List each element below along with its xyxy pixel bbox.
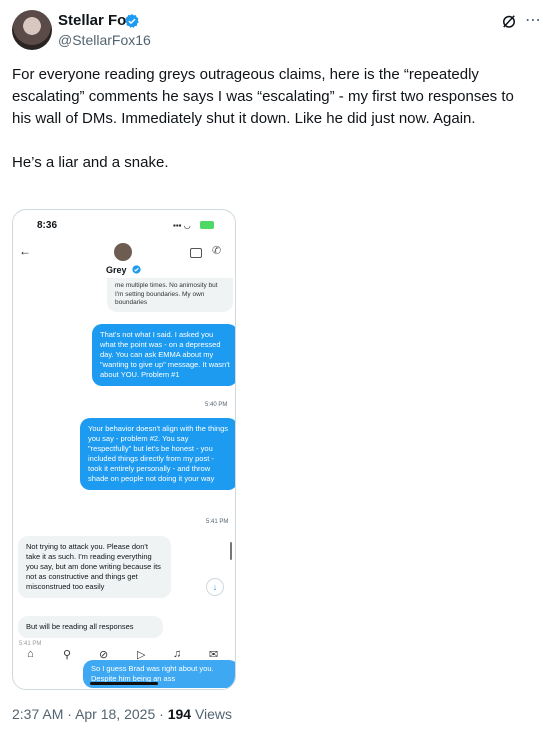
message-bubble: That's not what I said. I asked you what… [92, 324, 235, 386]
verified-badge-icon [125, 14, 139, 28]
separator: · [159, 706, 164, 722]
message-bubble: But will be reading all responses [18, 616, 163, 638]
contact-name: Grey [106, 265, 127, 275]
more-options-icon[interactable]: ⋯ [525, 10, 542, 30]
contact-verified-icon [132, 265, 141, 274]
phone-call-icon: ✆ [212, 245, 222, 257]
message-timestamp: 5:41 PM [19, 641, 42, 647]
separator: · [67, 706, 72, 722]
notifications-icon: ♫ [173, 648, 182, 660]
scroll-down-icon: ↓ [206, 578, 224, 596]
message-timestamp: 5:41 PM [206, 519, 229, 525]
back-arrow-icon: ← [19, 244, 31, 258]
tweet-media-image[interactable]: 8:36 ▪▪▪ ◡ ← Grey ✆ me multiple times. N… [12, 209, 236, 690]
author-handle[interactable]: @StellarFox16 [58, 32, 151, 48]
tweet-text: For everyone reading greys outrageous cl… [12, 66, 514, 171]
tweet-metadata: 2:37 AM · Apr 18, 2025 · 194 Views [12, 706, 232, 722]
battery-icon [200, 221, 214, 229]
message-timestamp: 5:40 PM [205, 402, 228, 408]
message-bubble: me multiple times. No animosity but I'm … [107, 278, 233, 312]
home-icon: ⌂ [27, 648, 34, 660]
video-call-icon [190, 248, 202, 258]
grok-icon[interactable] [500, 12, 518, 30]
search-icon: ⚲ [63, 649, 72, 661]
signal-wifi-icon: ▪▪▪ ◡ [173, 221, 191, 230]
contact-avatar [114, 243, 132, 261]
views-label: Views [194, 706, 233, 722]
tweet-date[interactable]: Apr 18, 2025 [75, 706, 155, 722]
message-bubble: Not trying to attack you. Please don't t… [18, 536, 171, 598]
scrollbar [230, 542, 232, 560]
tweet-time[interactable]: 2:37 AM [12, 706, 63, 722]
phone-status-time: 8:36 [37, 220, 58, 231]
author-avatar[interactable] [12, 10, 52, 50]
home-indicator [90, 682, 158, 685]
views-count: 194 [167, 706, 192, 722]
message-bubble: Your behavior doesn't align with the thi… [80, 418, 235, 490]
